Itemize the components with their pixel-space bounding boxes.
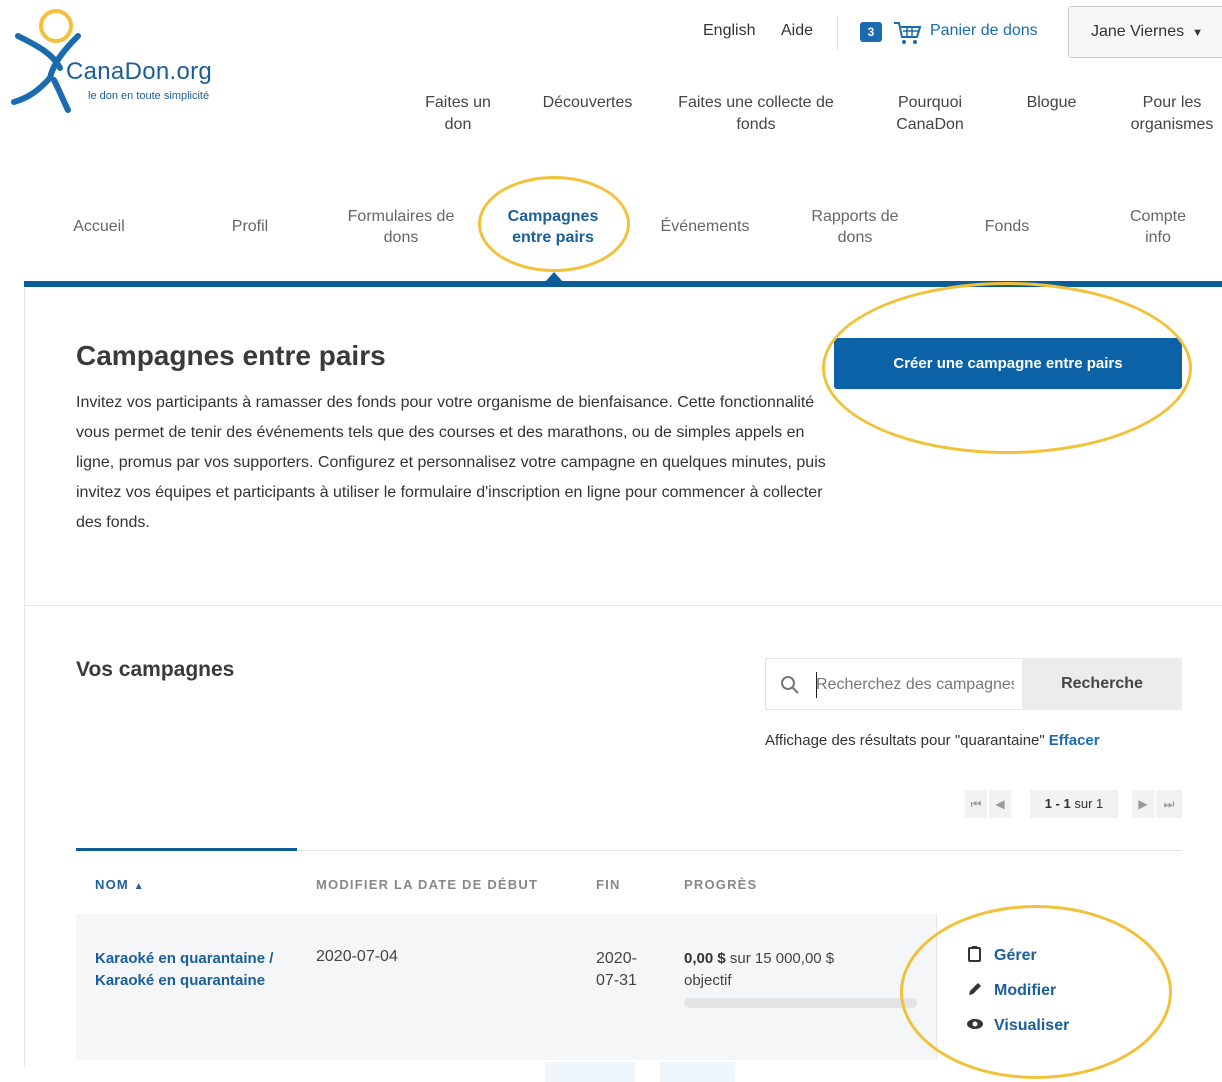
prev-page-icon[interactable]: ◀ [989, 790, 1011, 818]
nav-collecte-de-fonds[interactable]: Faites une collecte de fonds [676, 92, 836, 136]
watermark-shape [545, 1062, 635, 1082]
nav-pourquoi-canadon[interactable]: Pourquoi CanaDon [880, 92, 980, 136]
logo-name: CanaDon.org [66, 58, 213, 85]
panel-border [24, 287, 25, 1067]
search-input[interactable] [816, 672, 1014, 698]
sort-ascending-icon: ▲ [133, 881, 145, 892]
pencil-icon [969, 983, 981, 995]
tab-formulaires-de-dons[interactable]: Formulaires de dons [346, 206, 456, 248]
nav-blogue[interactable]: Blogue [1014, 92, 1089, 114]
campaign-end-date: 2020-07-31 [596, 950, 637, 989]
eye-icon [967, 1019, 983, 1029]
chevron-down-icon: ▼ [1192, 27, 1203, 39]
first-page-icon[interactable]: ⏮ [965, 790, 987, 818]
header-divider [837, 16, 838, 50]
help-link[interactable]: Aide [781, 22, 813, 40]
campaign-name-link[interactable]: Karaoké en quarantaine / Karaoké en quar… [95, 948, 295, 992]
nav-faites-un-don[interactable]: Faites un don [412, 92, 504, 136]
tab-campagnes-entre-pairs[interactable]: Campagnes entre pairs [495, 206, 611, 248]
text-cursor [816, 672, 817, 698]
manage-action[interactable]: Gérer [966, 946, 1037, 965]
cart-link[interactable]: Panier de dons [930, 22, 1038, 40]
tab-evenements[interactable]: Événements [650, 216, 760, 237]
next-page-icon[interactable]: ▶ [1132, 790, 1154, 818]
search-button[interactable]: Recherche [1022, 658, 1182, 710]
nav-decouvertes[interactable]: Découvertes [530, 92, 645, 114]
page-intro: Invitez vos participants à ramasser des … [76, 394, 826, 531]
cart-count-badge[interactable]: 3 [860, 22, 882, 42]
results-text: Affichage des résultats pour "quarantain… [765, 732, 1045, 749]
canadon-logo[interactable]: CanaDon.org le don en toute simplicité [8, 6, 248, 116]
column-header-name-label: NOM [95, 877, 129, 892]
column-header-start[interactable]: MODIFIER LA DATE DE DÉBUT [316, 877, 538, 892]
campaign-progress-text: 0,00 $ sur 15 000,00 $ objectif [684, 948, 884, 992]
column-header-end[interactable]: FIN [596, 877, 621, 892]
column-header-progress[interactable]: PROGRÈS [684, 877, 757, 892]
user-name: Jane Viernes [1091, 23, 1185, 40]
tab-profil[interactable]: Profil [205, 216, 295, 237]
campaign-progress-bar [684, 998, 917, 1008]
last-page-icon[interactable]: ⏭ [1156, 790, 1182, 818]
watermark-shape [660, 1062, 735, 1082]
nav-pour-les-organismes[interactable]: Pour les organismes [1122, 92, 1222, 136]
tab-accueil[interactable]: Accueil [50, 216, 148, 237]
edit-action[interactable]: Modifier [966, 981, 1056, 1000]
tab-compte-info[interactable]: Compte info [1118, 206, 1198, 248]
cart-icon[interactable] [892, 20, 922, 46]
pager-range: 1 - 1 sur 1 [1030, 790, 1118, 818]
view-label: Visualiser [994, 1017, 1070, 1034]
clipboard-icon [968, 946, 981, 962]
tab-fonds[interactable]: Fonds [962, 216, 1052, 237]
user-menu-button[interactable]: Jane Viernes ▼ [1068, 6, 1222, 58]
edit-label: Modifier [994, 982, 1057, 999]
search-icon [781, 676, 799, 694]
section-divider [24, 605, 1222, 606]
create-campaign-button[interactable]: Créer une campagne entre pairs [834, 338, 1182, 389]
language-link[interactable]: English [703, 22, 755, 40]
sorted-column-accent [76, 848, 297, 851]
page-title: Campagnes entre pairs [76, 340, 386, 371]
tab-underline-bar [24, 281, 1222, 287]
view-action[interactable]: Visualiser [966, 1016, 1069, 1035]
results-summary: Affichage des résultats pour "quarantain… [765, 732, 1100, 749]
clear-results-link[interactable]: Effacer [1049, 732, 1100, 749]
campaign-raised-amount: 0,00 $ [684, 950, 726, 967]
logo-tagline: le don en toute simplicité [88, 90, 210, 102]
campaign-start-date: 2020-07-04 [316, 948, 398, 965]
campaigns-section-title: Vos campagnes [76, 658, 235, 681]
manage-label: Gérer [994, 947, 1037, 964]
pager-total: sur 1 [1074, 796, 1104, 811]
pager-range-value: 1 - 1 [1044, 796, 1071, 811]
tab-rapports-de-dons[interactable]: Rapports de dons [800, 206, 910, 248]
column-header-name[interactable]: NOM ▲ [95, 877, 145, 892]
